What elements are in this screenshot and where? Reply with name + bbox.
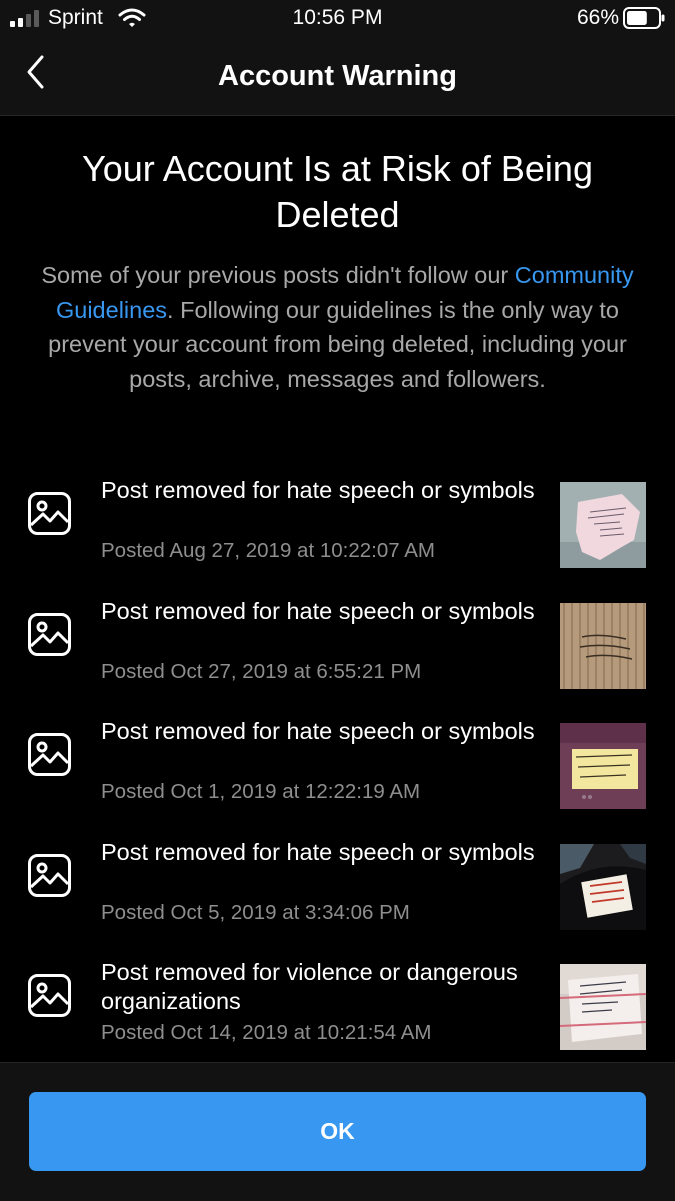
ok-button[interactable]: OK xyxy=(29,1092,646,1171)
removal-reason: Post removed for hate speech or symbols xyxy=(101,718,535,744)
post-date: Posted Oct 27, 2019 at 6:55:21 PM xyxy=(101,659,422,683)
post-thumbnail[interactable] xyxy=(560,843,646,930)
removed-post-item[interactable]: Post removed for hate speech or symbols … xyxy=(0,476,675,597)
removed-post-item[interactable]: Post removed for violence or dangerous o… xyxy=(0,958,675,1062)
description-text-start: Some of your previous posts didn't follo… xyxy=(41,262,515,288)
post-thumbnail[interactable] xyxy=(560,964,646,1050)
removal-reason: Post removed for hate speech or symbols xyxy=(101,838,535,865)
battery-icon xyxy=(623,7,665,29)
battery-percentage: 66% xyxy=(576,6,619,29)
removal-reason: Post removed for hate speech or symbols xyxy=(101,477,535,503)
status-bar: Sprint 10:56 PM 66% xyxy=(0,0,675,36)
removal-reason: Post removed for hate speech or symbols xyxy=(101,597,535,624)
image-icon xyxy=(28,612,71,656)
nav-bar: Account Warning xyxy=(0,36,675,116)
removal-reason: Post removed for violence or dangerous o… xyxy=(101,959,518,1014)
post-date: Posted Oct 14, 2019 at 10:21:54 AM xyxy=(101,1021,432,1044)
image-icon xyxy=(28,492,71,535)
post-date: Posted Oct 5, 2019 at 3:34:06 PM xyxy=(101,900,410,924)
status-time: 10:56 PM xyxy=(292,6,383,29)
image-icon xyxy=(28,853,71,897)
removed-post-item[interactable]: Post removed for hate speech or symbols … xyxy=(0,838,675,959)
image-icon xyxy=(28,974,71,1017)
post-thumbnail[interactable] xyxy=(560,602,646,689)
warning-description: Some of your previous posts didn't follo… xyxy=(22,258,653,396)
warning-heading: Your Account Is at Risk of Being Deleted xyxy=(82,148,593,235)
footer: OK xyxy=(0,1062,675,1201)
image-icon xyxy=(28,733,71,776)
post-date: Posted Oct 1, 2019 at 12:22:19 AM xyxy=(101,780,421,803)
removed-post-item[interactable]: Post removed for hate speech or symbols … xyxy=(0,597,675,718)
post-thumbnail[interactable] xyxy=(560,723,646,809)
post-thumbnail[interactable] xyxy=(560,482,646,568)
removed-posts-list: Post removed for hate speech or symbols … xyxy=(0,476,675,1062)
removed-post-item[interactable]: Post removed for hate speech or symbols … xyxy=(0,717,675,838)
warning-content[interactable]: Your Account Is at Risk of Being Deleted… xyxy=(0,116,675,1062)
nav-title: Account Warning xyxy=(218,60,457,92)
post-date: Posted Aug 27, 2019 at 10:22:07 AM xyxy=(101,539,435,562)
